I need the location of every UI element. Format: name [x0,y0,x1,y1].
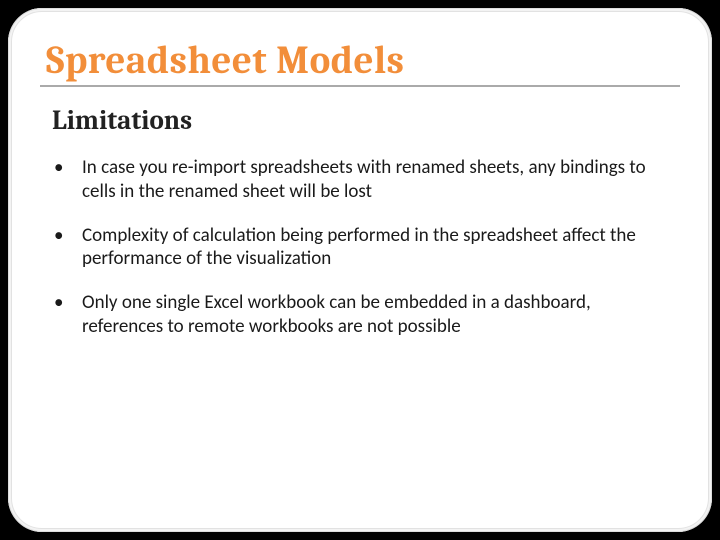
bullet-text: Only one single Excel workbook can be em… [82,291,674,339]
bullet-list: • In case you re-import spreadsheets wit… [52,156,674,339]
bullet-text: Complexity of calculation being performe… [82,224,674,272]
bullet-icon: • [52,291,82,315]
title-underline [40,85,680,87]
list-item: • In case you re-import spreadsheets wit… [52,156,674,204]
slide-subtitle: Limitations [52,105,674,136]
bullet-icon: • [52,156,82,180]
bullet-text: In case you re-import spreadsheets with … [82,156,674,204]
bullet-icon: • [52,224,82,248]
slide-title: Spreadsheet Models [46,38,674,83]
slide-frame: Spreadsheet Models Limitations • In case… [8,8,712,532]
list-item: • Complexity of calculation being perfor… [52,224,674,272]
list-item: • Only one single Excel workbook can be … [52,291,674,339]
